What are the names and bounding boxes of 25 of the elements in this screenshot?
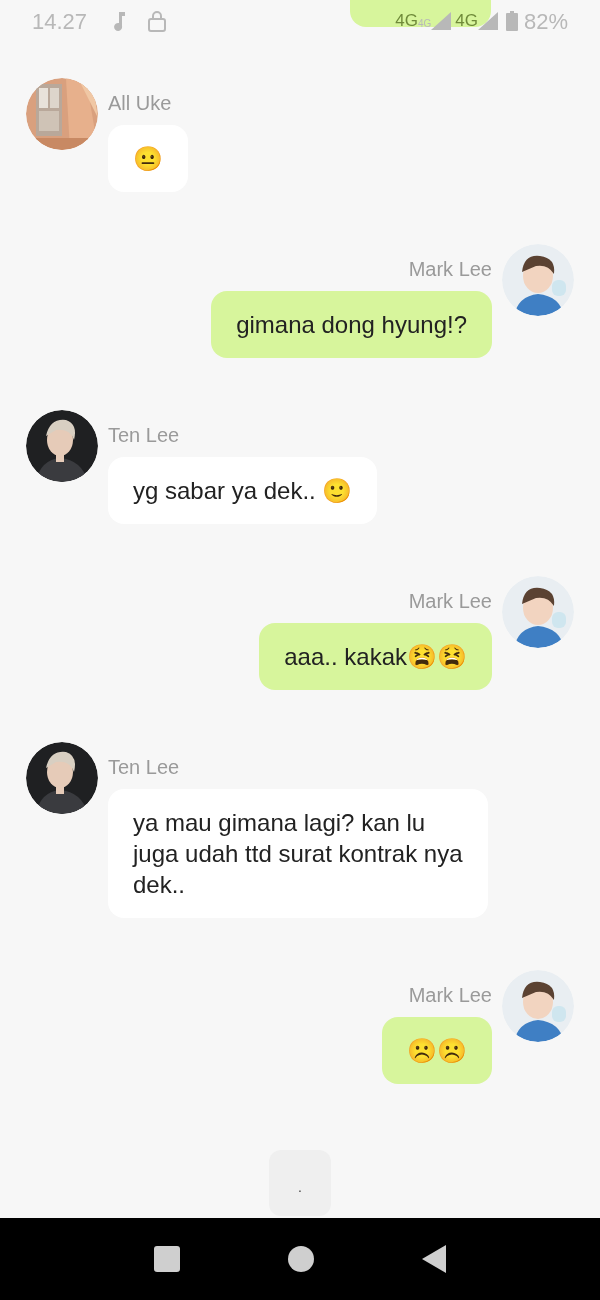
battery-icon bbox=[505, 11, 518, 31]
back-icon[interactable] bbox=[422, 1245, 446, 1273]
status-time: 14.27 bbox=[32, 7, 88, 36]
network-label: 4G bbox=[455, 10, 478, 33]
network-label: 4G bbox=[395, 10, 418, 33]
message-bubble: ya mau gimana lagi? kan lu juga udah ttd surat kontrak nya dek.. bbox=[108, 789, 488, 918]
message-bubble: yg sabar ya dek.. 🙂 bbox=[108, 457, 378, 524]
typing-bubble: . bbox=[269, 1150, 331, 1216]
sender-name: All Uke bbox=[108, 91, 172, 116]
lock-icon bbox=[147, 10, 168, 32]
signal-icon bbox=[477, 12, 498, 30]
message-bubble: aaa.. kakak😫😫 bbox=[259, 623, 492, 690]
home-icon[interactable] bbox=[288, 1246, 314, 1272]
sender-name: Mark Lee bbox=[408, 257, 492, 282]
message-bubble: 😐 bbox=[108, 125, 188, 192]
message-bubble: ☹☹ bbox=[382, 1017, 492, 1084]
sender-name: Ten Lee bbox=[108, 423, 180, 448]
sender-name: Mark Lee bbox=[408, 983, 492, 1008]
signal-icon bbox=[431, 12, 452, 30]
network-type-label: 4G bbox=[417, 18, 432, 32]
sender-name: Mark Lee bbox=[408, 589, 492, 614]
battery-percent: 82% bbox=[523, 7, 568, 36]
sender-name: Ten Lee bbox=[108, 755, 180, 780]
music-note-icon bbox=[113, 11, 128, 31]
message-bubble: gimana dong hyung!? bbox=[211, 291, 492, 358]
